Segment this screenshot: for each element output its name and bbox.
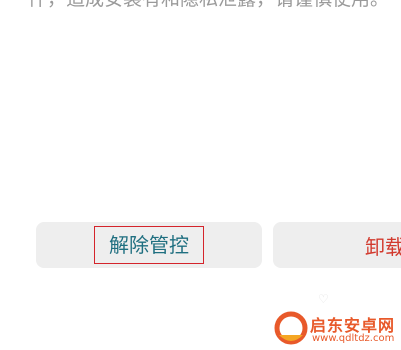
description-text: 件，造成安装有和隐私泄露，请谨慎使用。 [28, 0, 401, 10]
uninstall-button[interactable]: 卸载 [273, 222, 401, 268]
unlock-control-label: 解除管控 [94, 226, 204, 264]
site-watermark: 启东安卓网 www.qdltdz.com [272, 303, 401, 350]
uninstall-label: 卸载 [365, 234, 401, 259]
watermark-url: www.qdltdz.com [312, 333, 395, 344]
watermark-logo-icon [274, 311, 308, 345]
unlock-control-button[interactable]: 解除管控 [36, 222, 262, 268]
